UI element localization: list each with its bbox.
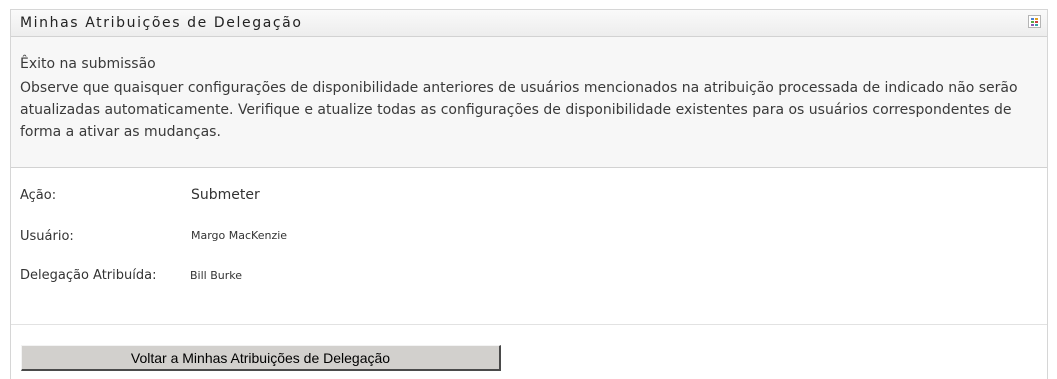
panel-header: Minhas Atribuições de Delegação bbox=[11, 10, 1047, 37]
back-to-assignments-button[interactable]: Voltar a Minhas Atribuições de Delegação bbox=[21, 345, 501, 371]
success-message: Êxito na submissão Observe que quaisquer… bbox=[11, 37, 1047, 168]
user-label: Usuário: bbox=[20, 229, 74, 244]
menu-icon-dot bbox=[1035, 21, 1038, 23]
delegate-label: Delegação Atribuída: bbox=[20, 268, 157, 283]
action-label: Ação: bbox=[20, 188, 57, 203]
delegate-value: Bill Burke bbox=[190, 269, 242, 282]
action-value: Submeter bbox=[191, 187, 260, 203]
menu-icon-dot bbox=[1035, 24, 1038, 26]
delegation-assignments-panel: Minhas Atribuições de Delegação Êxito na… bbox=[10, 9, 1048, 379]
menu-icon-dot bbox=[1031, 24, 1034, 26]
user-value: Margo MacKenzie bbox=[191, 229, 288, 242]
actions-divider bbox=[11, 324, 1047, 325]
menu-icon-dot bbox=[1031, 21, 1034, 23]
panel-title: Minhas Atribuições de Delegação bbox=[20, 15, 303, 31]
success-body: Observe que quaisquer configurações de d… bbox=[20, 80, 1018, 140]
menu-icon-dot bbox=[1031, 18, 1034, 20]
success-title: Êxito na submissão bbox=[20, 56, 156, 72]
panel-menu-icon[interactable] bbox=[1028, 15, 1041, 28]
menu-icon-dot bbox=[1035, 18, 1038, 20]
